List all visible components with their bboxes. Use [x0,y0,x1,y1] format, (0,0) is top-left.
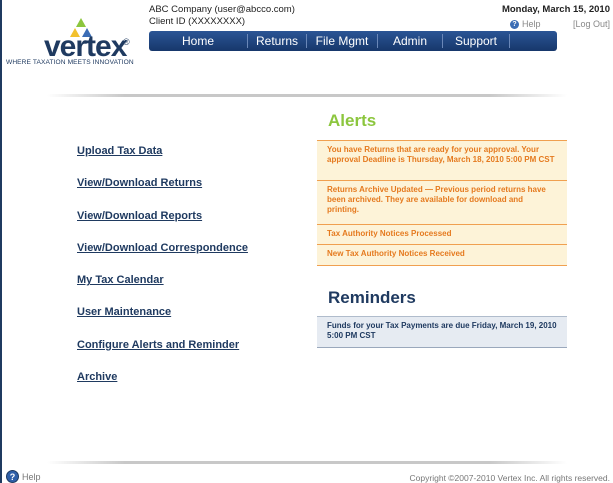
page-frame: vertex ® WHERE TAXATION MEETS INNOVATION… [0,0,613,483]
alert-item[interactable]: New Tax Authority Notices Received [317,245,567,266]
menu-archive[interactable]: Archive [77,371,248,403]
nav-support[interactable]: Support [443,34,509,48]
client-id-line: Client ID (XXXXXXXX) [149,16,246,27]
vertex-logo[interactable]: vertex ® WHERE TAXATION MEETS INNOVATION [6,18,136,70]
menu-view-download-returns[interactable]: View/Download Returns [77,177,248,209]
alert-item[interactable]: Tax Authority Notices Processed [317,225,567,245]
current-date: Monday, March 15, 2010 [501,4,610,15]
alert-item[interactable]: You have Returns that are ready for your… [317,141,567,181]
logo-tagline: WHERE TAXATION MEETS INNOVATION [6,59,134,66]
alerts-heading: Alerts [328,111,377,130]
nav-divider [509,34,510,48]
menu-view-download-correspondence[interactable]: View/Download Correspondence [77,242,248,274]
help-icon: ? [6,470,19,483]
menu-my-tax-calendar[interactable]: My Tax Calendar [77,274,248,306]
logout-link[interactable]: [Log Out] [573,19,610,29]
alerts-panel: You have Returns that are ready for your… [317,140,567,266]
footer-help-link[interactable]: ? Help [6,470,41,483]
reminder-item[interactable]: Funds for your Tax Payments are due Frid… [317,316,567,348]
footer-help-label: Help [22,471,41,482]
menu-configure-alerts[interactable]: Configure Alerts and Reminder [77,339,248,371]
alert-item[interactable]: Returns Archive Updated — Previous perio… [317,181,567,225]
company-line: ABC Company (user@abcco.com) [149,4,295,15]
main-nav: Home Returns File Mgmt Admin Support [149,31,557,51]
nav-returns[interactable]: Returns [248,34,306,48]
menu-upload-tax-data[interactable]: Upload Tax Data [77,145,248,177]
nav-file-mgmt[interactable]: File Mgmt [307,34,377,48]
copyright-notice: Copyright ©2007-2010 Vertex Inc. All rig… [409,473,610,483]
help-icon: ? [510,19,519,29]
help-label: Help [522,19,541,29]
task-menu: Upload Tax Data View/Download Returns Vi… [77,145,248,403]
help-link[interactable]: ? Help [510,19,541,29]
nav-home[interactable]: Home [149,34,247,48]
reminders-heading: Reminders [328,288,416,307]
menu-user-maintenance[interactable]: User Maintenance [77,306,248,338]
menu-view-download-reports[interactable]: View/Download Reports [77,210,248,242]
nav-admin[interactable]: Admin [378,34,442,48]
account-info: ABC Company (user@abcco.com) Client ID (… [149,4,295,28]
footer-divider [47,461,567,464]
header-divider [47,94,567,97]
logo-registered-mark: ® [123,37,130,47]
